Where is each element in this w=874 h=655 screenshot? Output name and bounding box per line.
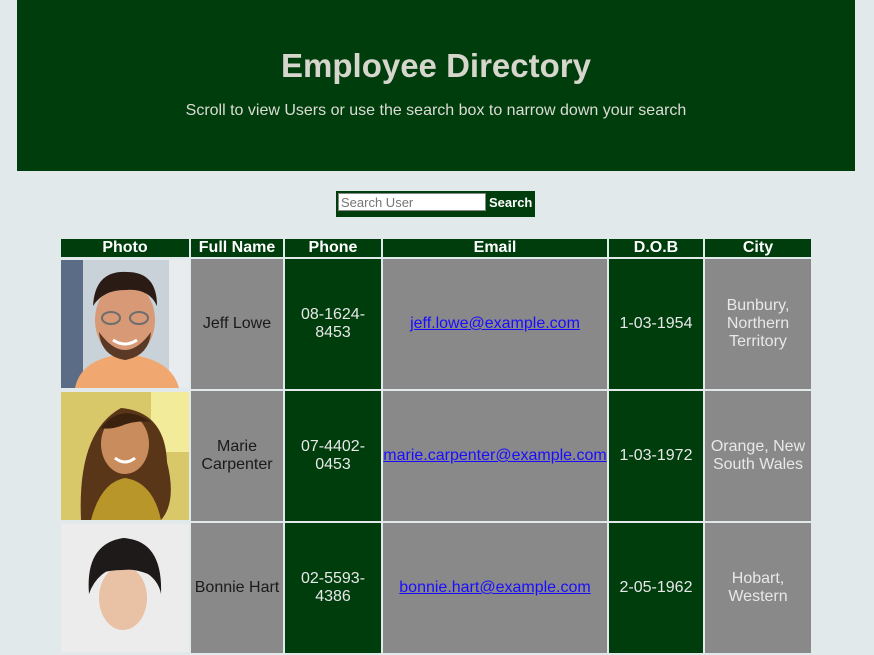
dob-cell: 1-03-1972: [609, 391, 703, 521]
dob-cell: 2-05-1962: [609, 523, 703, 653]
photo-cell: [61, 259, 189, 389]
photo-cell: [61, 523, 189, 653]
column-header-full-name[interactable]: Full Name: [191, 239, 283, 257]
page-subtitle: Scroll to view Users or use the search b…: [185, 102, 687, 119]
column-header-photo[interactable]: Photo: [61, 239, 189, 257]
column-header-dob[interactable]: D.O.B: [609, 239, 703, 257]
table-row: Bonnie Hart 02-5593-4386 bonnie.hart@exa…: [61, 523, 811, 653]
table-row: Marie Carpenter 07-4402-0453 marie.carpe…: [61, 391, 811, 521]
email-link[interactable]: jeff.lowe@example.com: [410, 315, 580, 332]
employee-photo: [61, 260, 189, 388]
employee-table: Photo Full Name Phone Email D.O.B City J…: [59, 237, 813, 655]
search-input[interactable]: [338, 193, 486, 211]
search-bar: Search: [336, 191, 535, 217]
email-cell: jeff.lowe@example.com: [383, 259, 607, 389]
column-header-email[interactable]: Email: [383, 239, 607, 257]
search-button[interactable]: Search: [486, 191, 535, 213]
city-cell: Orange, New South Wales: [705, 391, 811, 521]
full-name-cell: Jeff Lowe: [191, 259, 283, 389]
city-cell: Bunbury, Northern Territory: [705, 259, 811, 389]
table-header-row: Photo Full Name Phone Email D.O.B City: [61, 239, 811, 257]
phone-cell: 07-4402-0453: [285, 391, 381, 521]
employee-photo: [61, 392, 189, 520]
full-name-cell: Marie Carpenter: [191, 391, 283, 521]
page-header: Employee Directory Scroll to view Users …: [17, 0, 855, 171]
email-cell: marie.carpenter@example.com: [383, 391, 607, 521]
full-name-cell: Bonnie Hart: [191, 523, 283, 653]
employee-photo: [61, 524, 189, 652]
email-cell: bonnie.hart@example.com: [383, 523, 607, 653]
photo-cell: [61, 391, 189, 521]
table-row: Jeff Lowe 08-1624-8453 jeff.lowe@example…: [61, 259, 811, 389]
page-title: Employee Directory: [281, 47, 591, 84]
column-header-phone[interactable]: Phone: [285, 239, 381, 257]
email-link[interactable]: bonnie.hart@example.com: [399, 579, 590, 596]
phone-cell: 08-1624-8453: [285, 259, 381, 389]
phone-cell: 02-5593-4386: [285, 523, 381, 653]
column-header-city[interactable]: City: [705, 239, 811, 257]
dob-cell: 1-03-1954: [609, 259, 703, 389]
city-cell: Hobart, Western: [705, 523, 811, 653]
email-link[interactable]: marie.carpenter@example.com: [383, 447, 606, 464]
